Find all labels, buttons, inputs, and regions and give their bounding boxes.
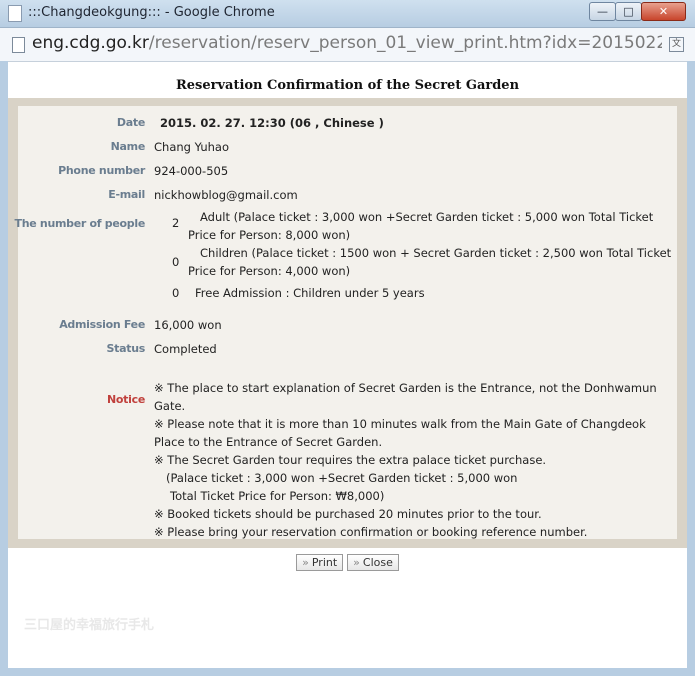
status-value: Completed [154,342,217,356]
status-label: Status [106,342,146,355]
document-icon [12,37,25,53]
window-border-bottom [0,668,695,676]
notice-label: Notice [107,393,145,406]
email-label: E-mail [108,188,145,201]
reservation-frame: Date 2015. 02. 27. 12:30 (06 , Chinese )… [8,98,687,548]
notice-item: Total Ticket Price for Person: ₩8,000) [170,489,385,503]
date-value: 2015. 02. 27. 12:30 (06 , Chinese ) [160,116,384,130]
notice-item: ※ The place to start explanation of Secr… [154,381,657,413]
phone-value: 924-000-505 [154,164,229,178]
name-value: Chang Yuhao [154,140,229,154]
notice-item: (Palace ticket : 3,000 won +Secret Garde… [166,471,518,485]
url-host: eng.cdg.go.kr [32,33,149,53]
notice-list: ※ The place to start explanation of Secr… [154,379,674,541]
date-label: Date [116,116,145,129]
people-text: Children (Palace ticket : 1500 won + Sec… [188,246,672,278]
phone-label: Phone number [58,164,145,177]
fee-label: Admission Fee [59,318,145,331]
close-window-button[interactable]: ✕ [641,2,686,21]
close-button[interactable]: » Close [347,554,399,571]
chevron-right-icon: » [353,556,360,569]
notice-item: ※ Please bring your reservation confirma… [154,525,588,539]
window-border-left [0,61,8,676]
watermark: 三口屋的幸福旅行手札 [24,618,155,633]
people-label: The number of people [14,217,145,230]
page-title: Reservation Confirmation of the Secret G… [175,78,520,93]
reservation-panel: Date 2015. 02. 27. 12:30 (06 , Chinese )… [14,106,677,541]
url-path: /reservation/reserv_person_01_view_print… [148,33,662,53]
fee-value: 16,000 won [154,318,222,332]
action-buttons: » Print » Close [8,554,687,571]
maximize-button[interactable]: □ [615,2,642,21]
notice-item: ※ Booked tickets should be purchased 20 … [154,507,542,521]
people-count: 0 [172,286,180,300]
people-text: Adult (Palace ticket : 3,000 won +Secret… [188,210,654,242]
email-value: nickhowblog@gmail.com [154,188,298,202]
people-text: Free Admission : Children under 5 years [195,286,425,300]
notice-item: ※ Please note that it is more than 10 mi… [154,417,646,449]
people-count: 2 [172,216,180,230]
window-border-right [687,61,695,676]
address-bar[interactable]: eng.cdg.go.kr/reservation/reserv_person_… [0,28,695,62]
people-count: 0 [172,255,180,269]
url-text[interactable]: eng.cdg.go.kr/reservation/reserv_person_… [32,33,662,53]
print-button-label: Print [311,556,338,569]
minimize-button[interactable]: — [589,2,616,21]
print-button[interactable]: » Print [296,554,344,571]
window-title: :::Changdeokgung::: - Google Chrome [28,5,275,20]
close-button-label: Close [362,556,393,569]
translate-icon[interactable]: 文 [669,37,684,52]
name-label: Name [110,140,146,153]
chevron-right-icon: » [302,556,309,569]
notice-item: ※ The Secret Garden tour requires the ex… [154,453,547,467]
window-titlebar: :::Changdeokgung::: - Google Chrome — □ … [0,0,695,28]
page-content: Reservation Confirmation of the Secret G… [8,62,687,668]
page-icon [8,5,22,22]
